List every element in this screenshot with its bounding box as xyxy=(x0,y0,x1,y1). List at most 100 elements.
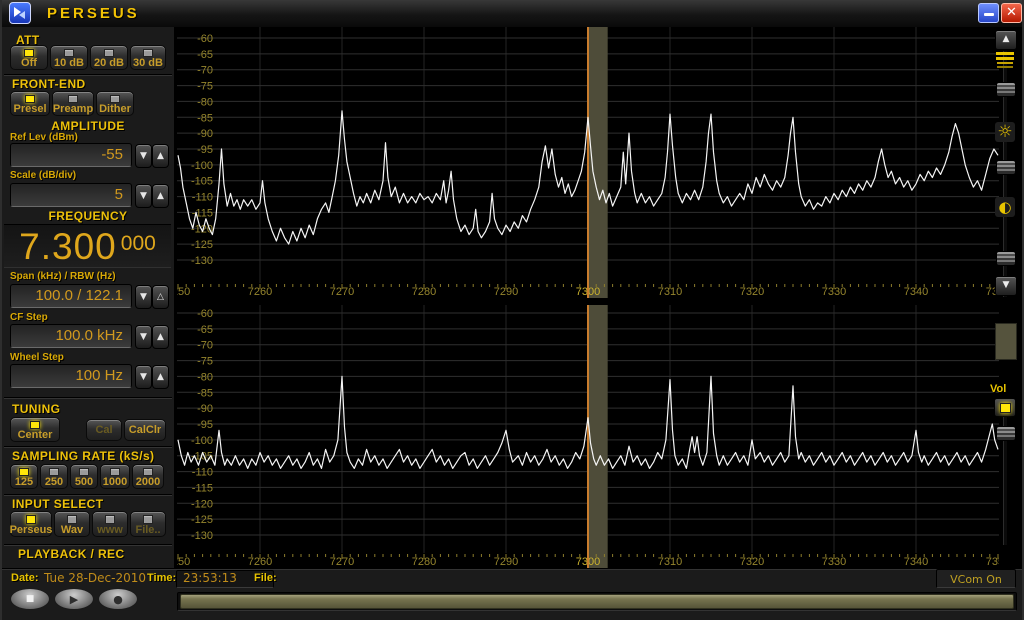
led-indicator xyxy=(49,468,59,476)
span-down-button[interactable]: ▼ xyxy=(135,285,152,309)
button-label: 250 xyxy=(45,476,63,488)
input-perseus-button[interactable]: Perseus xyxy=(10,511,52,537)
span-field[interactable]: 100.0 / 122.1 xyxy=(10,284,132,308)
svg-text:-75: -75 xyxy=(197,81,213,93)
app-logo-icon[interactable] xyxy=(9,2,31,24)
svg-text:-125: -125 xyxy=(191,239,213,251)
scale-up-button[interactable]: ▲ xyxy=(152,184,169,208)
svg-text:-65: -65 xyxy=(197,49,213,61)
att-off-button[interactable]: Off xyxy=(10,45,48,70)
play-button[interactable]: ▶ xyxy=(54,588,94,610)
svg-text:-105: -105 xyxy=(191,176,213,188)
rate-500-button[interactable]: 500 xyxy=(70,464,98,489)
svg-text:-95: -95 xyxy=(197,419,213,431)
cal-button[interactable]: Cal xyxy=(86,419,122,441)
button-label: www xyxy=(97,524,123,536)
att-20db-button[interactable]: 20 dB xyxy=(90,45,128,70)
svg-text:7340: 7340 xyxy=(904,286,928,298)
stop-button[interactable]: ■ xyxy=(10,588,50,610)
close-button[interactable]: ✕ xyxy=(1001,3,1022,23)
input-file-button[interactable]: File.. xyxy=(130,511,166,537)
time-value: 23:53:13 xyxy=(183,571,237,585)
cf-step-up-button[interactable]: ▲ xyxy=(152,325,169,349)
button-label: 10 dB xyxy=(54,57,84,69)
cf-step-field[interactable]: 100.0 kHz xyxy=(10,324,132,348)
svg-text:7280: 7280 xyxy=(412,286,436,298)
button-label: Center xyxy=(18,429,53,441)
svg-text:-100: -100 xyxy=(191,160,213,172)
led-indicator xyxy=(143,49,153,57)
button-label: Cal xyxy=(95,424,112,436)
svg-text:-65: -65 xyxy=(197,324,213,336)
divider xyxy=(4,446,172,448)
svg-text:-80: -80 xyxy=(197,96,213,108)
divider xyxy=(4,397,172,399)
svg-text:-115: -115 xyxy=(192,482,213,494)
secondary-spectrum-plot[interactable]: -60-65-70-75-80-85-90-95-100-105-110-115… xyxy=(177,305,999,568)
rate-125-button[interactable]: 125 xyxy=(10,464,38,489)
ref-lev-up-button[interactable]: ▲ xyxy=(152,144,169,168)
svg-text:7330: 7330 xyxy=(822,286,846,298)
button-label: 125 xyxy=(15,476,33,488)
svg-text:7340: 7340 xyxy=(904,556,928,568)
wheel-step-down-button[interactable]: ▼ xyxy=(135,365,152,389)
time-label: Time: xyxy=(147,572,176,584)
button-label: Dither xyxy=(99,103,131,115)
svg-text:-110: -110 xyxy=(192,192,213,204)
contrast-slider-handle[interactable] xyxy=(996,251,1016,266)
svg-text:7260: 7260 xyxy=(248,556,272,568)
svg-text:-90: -90 xyxy=(197,403,213,415)
record-button[interactable]: ● xyxy=(98,588,138,610)
svg-text:7320: 7320 xyxy=(740,286,764,298)
svg-text:-130: -130 xyxy=(191,530,213,542)
span-up-button[interactable]: △ xyxy=(152,285,169,309)
ref-lev-down-button[interactable]: ▼ xyxy=(135,144,152,168)
preamp-button[interactable]: Preamp xyxy=(52,91,94,116)
vcom-status: VCom On xyxy=(936,569,1016,588)
ref-lev-field[interactable]: -55 xyxy=(10,143,132,167)
zoom-slider-handle[interactable] xyxy=(996,82,1016,97)
button-label: Preamp xyxy=(53,103,93,115)
svg-text:7310: 7310 xyxy=(658,286,682,298)
button-label: 2000 xyxy=(136,476,160,488)
svg-text:7270: 7270 xyxy=(330,556,354,568)
main-spectrum-plot[interactable]: -60-65-70-75-80-85-90-95-100-105-110-115… xyxy=(177,27,999,299)
att-10db-button[interactable]: 10 dB xyxy=(50,45,88,70)
svg-text:7290: 7290 xyxy=(494,556,518,568)
scroll-up-button[interactable]: ▲ xyxy=(995,30,1017,50)
wheel-step-up-button[interactable]: ▲ xyxy=(152,365,169,389)
frequency-scrollbar-thumb[interactable] xyxy=(180,594,1014,609)
scroll-down-button[interactable]: ▼ xyxy=(995,276,1017,296)
wheel-step-field[interactable]: 100 Hz xyxy=(10,364,132,388)
input-www-button[interactable]: www xyxy=(92,511,128,537)
scale-field[interactable]: 5 xyxy=(10,183,132,207)
calclr-button[interactable]: CalClr xyxy=(124,419,166,441)
cf-step-down-button[interactable]: ▼ xyxy=(135,325,152,349)
rate-2000-button[interactable]: 2000 xyxy=(132,464,164,489)
svg-text:-95: -95 xyxy=(197,144,213,156)
minimize-button[interactable] xyxy=(978,3,999,23)
brightness-slider-handle[interactable] xyxy=(996,160,1016,175)
rate-250-button[interactable]: 250 xyxy=(40,464,68,489)
amplitude-header: AMPLITUDE xyxy=(2,119,174,133)
button-label: Perseus xyxy=(10,524,53,536)
dither-button[interactable]: Dither xyxy=(96,91,134,116)
svg-text:7350: 7350 xyxy=(986,556,999,568)
frequency-sub-digits: 000 xyxy=(121,233,156,254)
presel-button[interactable]: Presel xyxy=(10,91,50,116)
input-wav-button[interactable]: Wav xyxy=(54,511,90,537)
volume-mute-button[interactable] xyxy=(994,398,1016,417)
led-indicator xyxy=(24,49,34,57)
scale-down-button[interactable]: ▼ xyxy=(135,184,152,208)
volume-slider-handle[interactable] xyxy=(996,426,1016,441)
rate-1000-button[interactable]: 1000 xyxy=(100,464,130,489)
perseus-window: PERSEUS ✕ ATT Off 10 dB 20 dB 30 dB FRON… xyxy=(0,0,1024,620)
att-30db-button[interactable]: 30 dB xyxy=(130,45,166,70)
svg-text:7310: 7310 xyxy=(658,556,682,568)
tuning-center-button[interactable]: Center xyxy=(10,417,60,442)
input-select-header: INPUT SELECT xyxy=(12,497,103,511)
ref-lev-label: Ref Lev (dBm) xyxy=(10,132,78,143)
frequency-display[interactable]: 7.300 000 xyxy=(4,224,171,268)
svg-text:7270: 7270 xyxy=(330,286,354,298)
svg-text:-120: -120 xyxy=(191,498,213,510)
